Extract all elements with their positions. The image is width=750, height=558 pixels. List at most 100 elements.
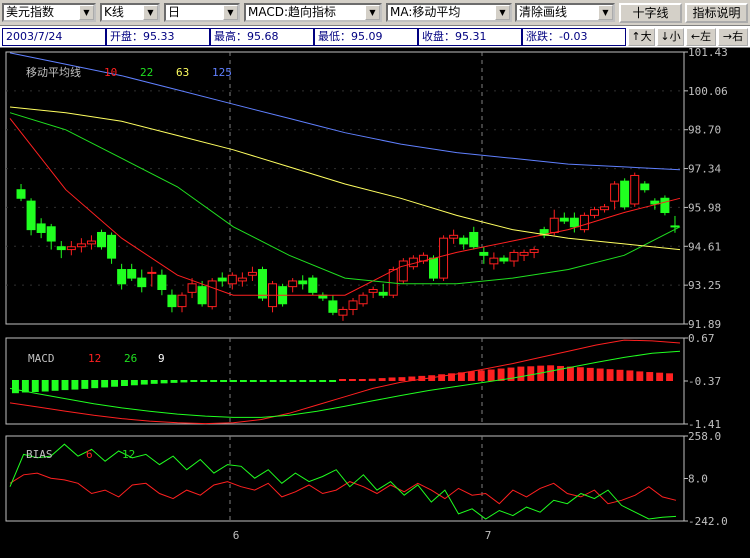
chevron-down-icon[interactable]: ▼: [365, 5, 380, 20]
macd-histogram-bar: [230, 380, 237, 382]
candle-body: [86, 240, 96, 245]
zoom-out-button[interactable]: ↓小: [657, 28, 684, 46]
bias12-line: [9, 443, 677, 520]
y-tick-label: 8.0: [688, 473, 708, 486]
candle-body: [489, 257, 499, 265]
y-tick-label: 93.25: [688, 279, 721, 292]
crosshair-button[interactable]: 十字线: [619, 3, 682, 23]
period-select[interactable]: 日 ▼: [164, 3, 240, 22]
stock-chart[interactable]: 101.43 100.06 98.70 97.34 95.98 94.61 93.25 91.…: [0, 48, 750, 558]
low-price: 最低：95.09: [314, 28, 418, 46]
macd-histogram-bar: [71, 380, 79, 390]
macd-histogram-bar: [477, 370, 485, 381]
chevron-down-icon[interactable]: ▼: [495, 5, 510, 20]
candle-body: [348, 300, 358, 310]
clear-lines-value: 清除画线: [519, 5, 568, 19]
candle-body: [137, 277, 147, 288]
macd-histogram-bar: [259, 380, 267, 382]
macd-legend-9: 9: [158, 352, 165, 365]
candle-body: [499, 257, 509, 262]
x-tick-label: 7: [485, 529, 492, 542]
bias-legend-6: 6: [86, 448, 93, 461]
macd-histogram-bar: [527, 366, 535, 381]
candle-body: [127, 269, 137, 279]
candle-body: [157, 274, 167, 291]
y-tick-label: 100.06: [688, 85, 728, 98]
scroll-right-button[interactable]: →右: [718, 28, 748, 46]
macd-histogram-bar: [210, 380, 218, 382]
candle-body: [117, 269, 127, 285]
candle-body: [358, 294, 368, 305]
clear-lines-select[interactable]: 清除画线 ▼: [515, 3, 615, 22]
quote-info-bar: 2003/7/24 开盘：95.33 最高：95.68 最低：95.09 收盘：…: [0, 26, 750, 48]
candle-body: [670, 225, 680, 228]
ma-legend-22: 22: [140, 66, 153, 79]
macd-indicator-value: MACD:趋向指标: [248, 5, 337, 19]
macd-histogram-bar: [438, 374, 446, 381]
toolbar: 美元指数 ▼ K线 ▼ 日 ▼ MACD:趋向指标 ▼ MA:移动平均 ▼ 清除…: [0, 0, 750, 26]
macd-histogram-bar: [319, 380, 327, 382]
candle-body: [66, 246, 76, 251]
macd-histogram-bar: [616, 369, 624, 381]
y-tick-label: 91.89: [688, 318, 721, 331]
ma-indicator-value: MA:移动平均: [390, 5, 461, 19]
chevron-down-icon[interactable]: ▼: [143, 5, 158, 20]
candle-body: [187, 283, 197, 293]
macd-histogram-bar: [596, 368, 604, 381]
y-tick-label: 97.34: [688, 163, 721, 176]
chart-type-select[interactable]: K线 ▼: [100, 3, 160, 22]
ma-legend-title: 移动平均线: [26, 65, 81, 79]
scroll-left-button[interactable]: ←左: [686, 28, 716, 46]
indicator-help-button[interactable]: 指标说明: [685, 3, 748, 23]
macd-histogram-bar: [299, 380, 307, 382]
candle-body: [227, 274, 237, 285]
macd-histogram-bar: [656, 372, 664, 381]
chevron-down-icon[interactable]: ▼: [79, 5, 94, 20]
macd-histogram-bar: [130, 380, 138, 386]
macd-histogram-bar: [339, 379, 346, 381]
macd-indicator-select[interactable]: MACD:趋向指标 ▼: [244, 3, 382, 22]
y-tick-label: 258.0: [688, 430, 721, 443]
candle-body: [449, 234, 459, 239]
macd-histogram-bar: [626, 370, 634, 381]
macd-histogram-bar: [348, 379, 356, 381]
bias-legend-12: 12: [122, 448, 135, 461]
zoom-in-button[interactable]: ↑大: [628, 28, 655, 46]
macd-dea-line: [9, 350, 681, 418]
chart-type-value: K线: [104, 5, 124, 19]
candle-body: [519, 251, 529, 256]
candle-body: [529, 249, 539, 253]
macd-histogram-bar: [368, 378, 376, 381]
candle-body: [559, 217, 569, 222]
index-select-value: 美元指数: [6, 5, 55, 19]
candle-body: [368, 289, 378, 293]
y-tick-label: 101.43: [688, 48, 728, 59]
macd-histogram-bar: [358, 379, 366, 381]
candle-body: [459, 237, 469, 245]
macd-histogram-bar: [557, 365, 564, 381]
y-tick-label: 94.61: [688, 240, 721, 253]
candle-body: [610, 183, 620, 202]
macd-legend-12: 12: [88, 352, 101, 365]
candle-body: [640, 183, 650, 191]
chevron-down-icon[interactable]: ▼: [223, 5, 238, 20]
macd-histogram-bar: [289, 380, 297, 382]
candle-body: [237, 277, 247, 282]
open-price: 开盘：95.33: [106, 28, 210, 46]
candle-body: [288, 280, 298, 288]
candle-body: [328, 300, 338, 313]
candle-body: [177, 294, 187, 308]
ma-indicator-select[interactable]: MA:移动平均 ▼: [386, 3, 512, 22]
candle-body: [439, 237, 449, 279]
macd-histogram-bar: [170, 380, 178, 383]
macd-legend-title: MACD: [28, 352, 55, 365]
macd-histogram-bar: [239, 380, 247, 382]
chevron-down-icon[interactable]: ▼: [598, 5, 613, 20]
index-select[interactable]: 美元指数 ▼: [2, 3, 96, 22]
candle-body: [579, 214, 589, 231]
candle-body: [620, 180, 630, 208]
y-tick-label: -0.37: [688, 375, 721, 388]
macd-histogram-bar: [547, 365, 555, 381]
macd-histogram-bar: [576, 367, 584, 381]
macd-histogram-bar: [279, 380, 287, 382]
